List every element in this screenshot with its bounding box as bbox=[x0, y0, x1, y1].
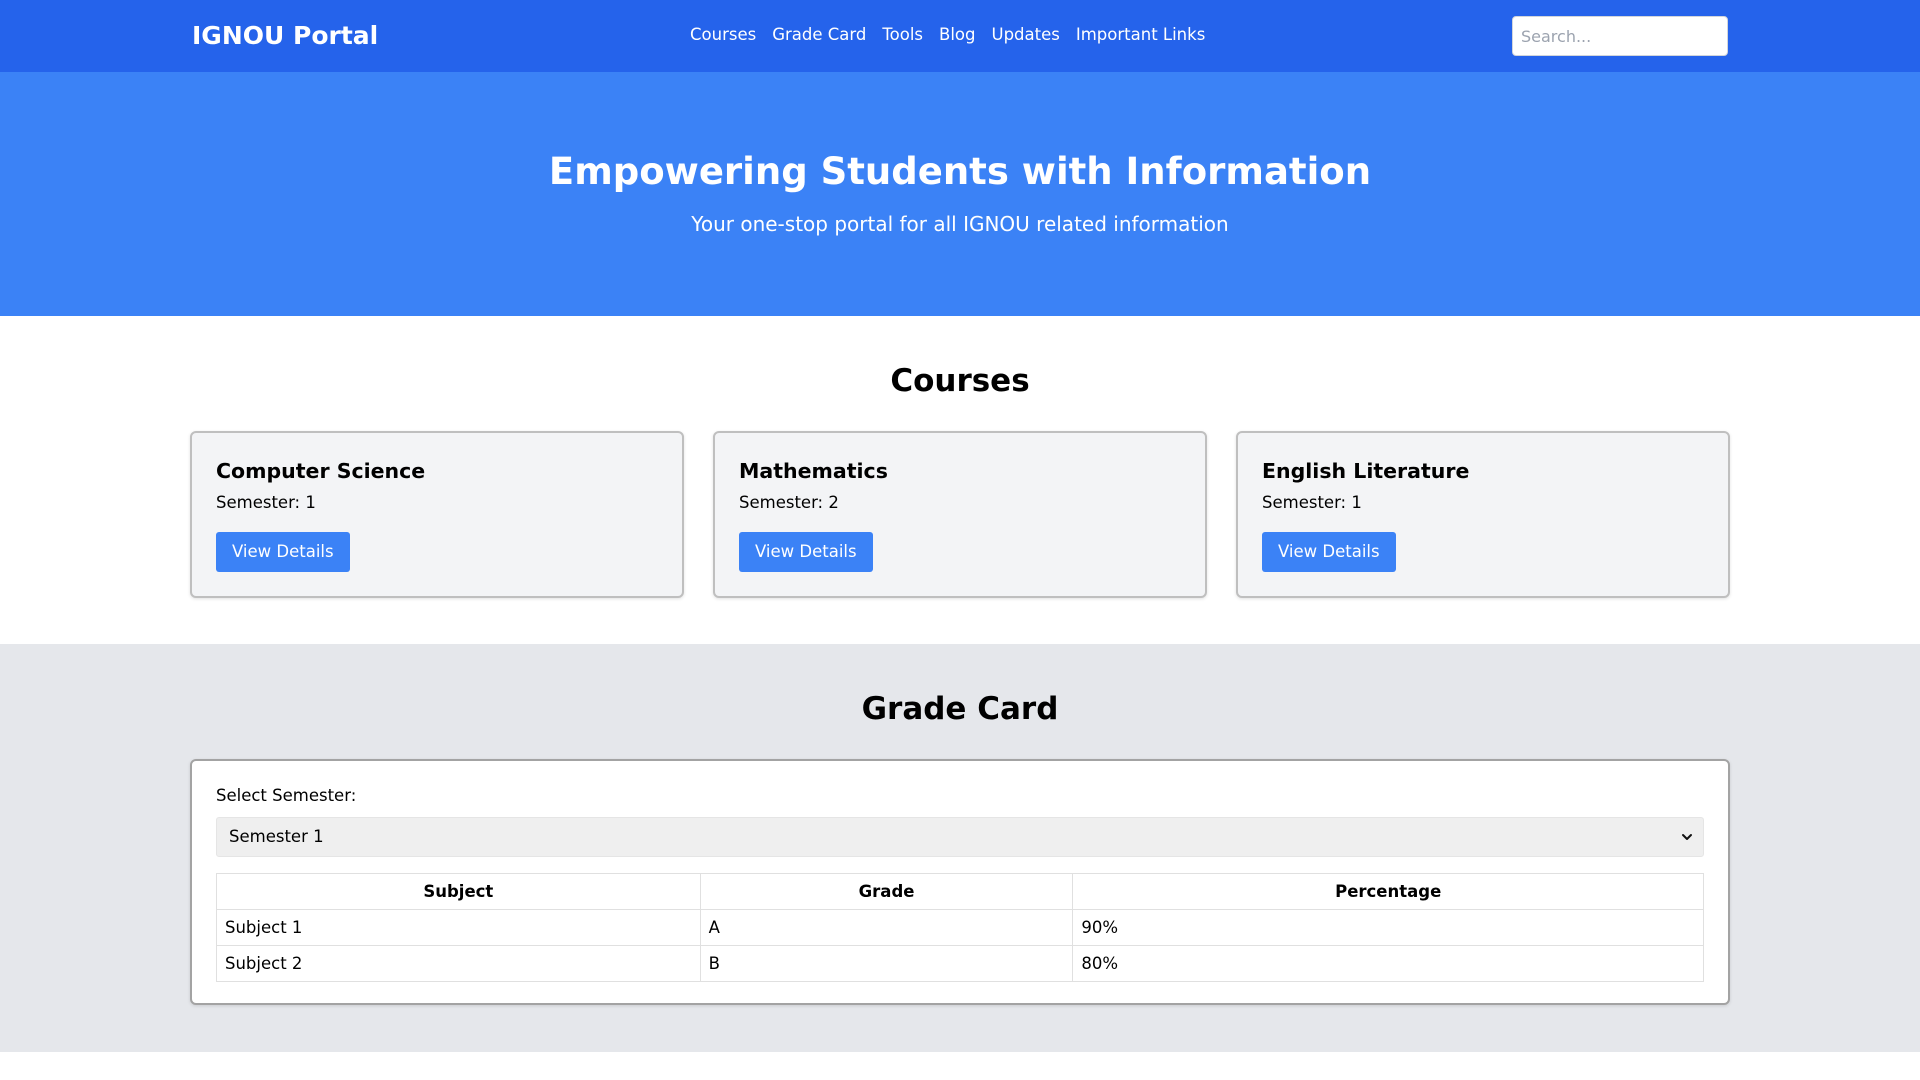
nav-link-updates[interactable]: Updates bbox=[992, 24, 1060, 46]
cell-grade: A bbox=[699, 909, 1074, 946]
column-header-subject: Subject bbox=[216, 873, 701, 910]
courses-title: Courses bbox=[890, 363, 1030, 399]
cell-grade: B bbox=[699, 945, 1074, 982]
table-row: Subject 2 B 80% bbox=[216, 945, 1704, 982]
search-input[interactable] bbox=[1512, 16, 1728, 56]
cell-percentage: 90% bbox=[1072, 909, 1704, 946]
hero-banner: Empowering Students with Information You… bbox=[0, 72, 1920, 316]
cell-subject: Subject 1 bbox=[216, 909, 701, 946]
column-header-percentage: Percentage bbox=[1072, 873, 1704, 910]
view-details-button[interactable]: View Details bbox=[216, 532, 350, 572]
courses-section: Courses Computer Science Semester: 1 Vie… bbox=[0, 316, 1920, 644]
nav-links: Courses Grade Card Tools Blog Updates Im… bbox=[690, 24, 1205, 46]
column-header-grade: Grade bbox=[699, 873, 1074, 910]
table-header-row: Subject Grade Percentage bbox=[216, 873, 1704, 910]
hero-subtitle: Your one-stop portal for all IGNOU relat… bbox=[691, 212, 1229, 236]
course-semester: Semester: 2 bbox=[739, 493, 839, 512]
grade-card-panel: Select Semester: Semester 1 Subject Grad… bbox=[190, 759, 1730, 1005]
course-semester: Semester: 1 bbox=[216, 493, 316, 512]
course-card: Mathematics Semester: 2 View Details bbox=[713, 431, 1207, 598]
grade-card-title: Grade Card bbox=[861, 691, 1059, 727]
view-details-button[interactable]: View Details bbox=[1262, 532, 1396, 572]
course-name: Computer Science bbox=[216, 459, 426, 483]
view-details-button[interactable]: View Details bbox=[739, 532, 873, 572]
table-row: Subject 1 A 90% bbox=[216, 909, 1704, 946]
hero-title: Empowering Students with Information bbox=[548, 150, 1372, 193]
grade-table: Subject Grade Percentage Subject 1 A 90%… bbox=[216, 873, 1704, 982]
grade-card-section: Grade Card Select Semester: Semester 1 S… bbox=[0, 644, 1920, 1052]
brand-logo[interactable]: IGNOU Portal bbox=[192, 21, 378, 51]
semester-select-label: Select Semester: bbox=[216, 786, 357, 805]
top-navbar: IGNOU Portal Courses Grade Card Tools Bl… bbox=[0, 0, 1920, 72]
course-name: Mathematics bbox=[739, 459, 888, 483]
nav-link-important-links[interactable]: Important Links bbox=[1076, 24, 1205, 46]
semester-select-value: Semester 1 bbox=[229, 827, 324, 846]
cell-subject: Subject 2 bbox=[216, 945, 701, 982]
nav-link-tools[interactable]: Tools bbox=[882, 24, 923, 46]
nav-link-courses[interactable]: Courses bbox=[690, 24, 756, 46]
course-name: English Literature bbox=[1262, 459, 1470, 483]
nav-link-grade-card[interactable]: Grade Card bbox=[772, 24, 866, 46]
course-semester: Semester: 1 bbox=[1262, 493, 1362, 512]
semester-select[interactable]: Semester 1 bbox=[216, 817, 1704, 857]
course-card: Computer Science Semester: 1 View Detail… bbox=[190, 431, 684, 598]
nav-link-blog[interactable]: Blog bbox=[939, 24, 975, 46]
course-card: English Literature Semester: 1 View Deta… bbox=[1236, 431, 1730, 598]
cell-percentage: 80% bbox=[1072, 945, 1704, 982]
chevron-down-icon bbox=[1682, 834, 1692, 840]
